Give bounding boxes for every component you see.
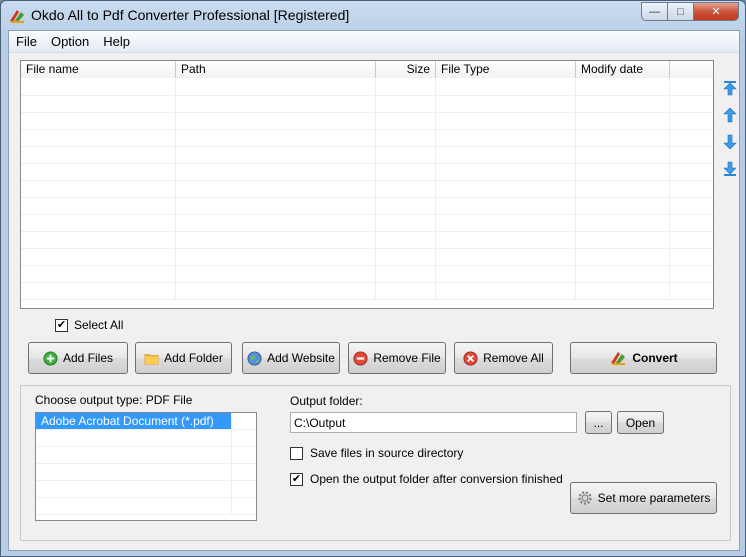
file-list-row xyxy=(21,249,713,266)
globe-icon xyxy=(247,350,262,366)
menu-option[interactable]: Option xyxy=(44,31,96,53)
column-modify-date[interactable]: Modify date xyxy=(576,61,670,78)
minimize-button[interactable]: — xyxy=(641,2,668,21)
column-file-type[interactable]: File Type xyxy=(436,61,576,78)
select-all-label: Select All xyxy=(74,318,124,332)
move-up-icon[interactable] xyxy=(721,106,739,124)
add-website-label: Add Website xyxy=(267,351,335,365)
gear-icon xyxy=(577,491,592,505)
open-after-option[interactable]: ✔ Open the output folder after conversio… xyxy=(290,472,563,486)
add-files-label: Add Files xyxy=(62,351,114,365)
add-files-button[interactable]: Add Files xyxy=(28,342,128,374)
app-window: Okdo All to Pdf Converter Professional [… xyxy=(0,0,746,557)
remove-all-label: Remove All xyxy=(483,351,544,365)
move-top-icon[interactable] xyxy=(721,79,739,97)
file-list-row xyxy=(21,96,713,113)
column-file-name[interactable]: File name xyxy=(21,61,176,78)
add-folder-button[interactable]: Add Folder xyxy=(135,342,232,374)
file-list[interactable]: File name Path Size File Type Modify dat… xyxy=(20,60,714,309)
menu-bar: File Option Help xyxy=(9,31,739,53)
output-type-empty-row xyxy=(36,447,256,464)
save-in-source-option[interactable]: Save files in source directory xyxy=(290,446,463,460)
file-list-row xyxy=(21,215,713,232)
folder-icon xyxy=(144,353,159,364)
open-after-checkbox[interactable]: ✔ xyxy=(290,472,303,486)
reorder-buttons xyxy=(721,79,739,187)
browse-button[interactable]: ... xyxy=(585,411,612,434)
set-more-parameters-button[interactable]: Set more parameters xyxy=(570,482,717,514)
open-after-label: Open the output folder after conversion … xyxy=(310,472,563,486)
file-list-row xyxy=(21,181,713,198)
file-list-row xyxy=(21,266,713,283)
move-down-icon[interactable] xyxy=(721,133,739,151)
convert-icon xyxy=(611,352,626,365)
column-size[interactable]: Size xyxy=(376,61,436,78)
column-path[interactable]: Path xyxy=(176,61,376,78)
client-area: File Option Help File name Path Size Fil… xyxy=(8,30,740,551)
open-folder-button[interactable]: Open xyxy=(617,411,664,434)
add-folder-label: Add Folder xyxy=(164,351,223,365)
output-type-empty-row xyxy=(36,464,256,481)
output-type-empty-row xyxy=(36,430,256,447)
output-type-empty-row xyxy=(36,498,256,515)
select-all-check[interactable]: ✔ xyxy=(55,318,68,332)
output-type-empty-row xyxy=(36,481,256,498)
close-button[interactable]: ✕ xyxy=(694,2,739,21)
file-list-header: File name Path Size File Type Modify dat… xyxy=(21,61,713,78)
menu-file[interactable]: File xyxy=(9,31,44,53)
remove-icon xyxy=(353,350,368,366)
file-list-row xyxy=(21,164,713,181)
save-in-source-checkbox[interactable] xyxy=(290,446,303,460)
convert-button[interactable]: Convert xyxy=(570,342,717,374)
remove-all-button[interactable]: Remove All xyxy=(454,342,553,374)
add-icon xyxy=(43,350,58,366)
output-type-label: Choose output type: PDF File xyxy=(35,393,193,407)
output-type-item[interactable]: Adobe Acrobat Document (*.pdf) xyxy=(36,413,256,430)
file-list-row xyxy=(21,130,713,147)
convert-label: Convert xyxy=(632,351,678,365)
file-list-row xyxy=(21,283,713,300)
file-list-row xyxy=(21,79,713,96)
maximize-button[interactable]: □ xyxy=(668,2,694,21)
output-settings-panel: Choose output type: PDF File Adobe Acrob… xyxy=(20,385,731,541)
menu-help[interactable]: Help xyxy=(96,31,137,53)
output-type-list[interactable]: Adobe Acrobat Document (*.pdf) xyxy=(35,412,257,521)
output-folder-label: Output folder: xyxy=(290,394,363,408)
move-bottom-icon[interactable] xyxy=(721,160,739,178)
file-list-row xyxy=(21,198,713,215)
select-all-checkbox[interactable]: ✔ Select All xyxy=(55,318,123,332)
app-logo-icon xyxy=(10,10,24,23)
output-folder-input[interactable]: C:\Output xyxy=(290,412,577,433)
column-filler xyxy=(670,61,713,78)
file-list-row xyxy=(21,232,713,249)
remove-file-label: Remove File xyxy=(373,351,441,365)
remove-file-button[interactable]: Remove File xyxy=(348,342,446,374)
file-list-rows xyxy=(21,79,713,308)
clear-icon xyxy=(463,350,478,366)
window-title: Okdo All to Pdf Converter Professional [… xyxy=(31,7,350,23)
file-list-row xyxy=(21,147,713,164)
file-list-row xyxy=(21,113,713,130)
save-in-source-label: Save files in source directory xyxy=(310,446,464,460)
title-bar[interactable]: Okdo All to Pdf Converter Professional [… xyxy=(1,1,745,30)
add-website-button[interactable]: Add Website xyxy=(242,342,340,374)
set-more-parameters-label: Set more parameters xyxy=(597,491,711,505)
